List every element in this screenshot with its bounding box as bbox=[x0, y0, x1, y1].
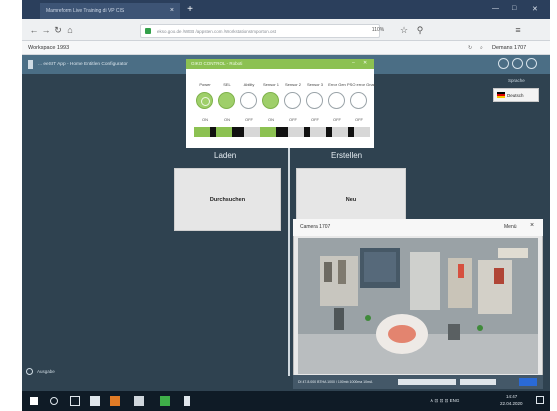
bookmarks-bar: Workspace 1993 ↻ ⌕ Demans 1707 bbox=[22, 41, 550, 55]
clock-time: 14:47 bbox=[506, 394, 518, 399]
channel-toggle[interactable] bbox=[348, 127, 370, 137]
help-icon[interactable] bbox=[512, 58, 523, 69]
reload-icon[interactable]: ↻ bbox=[52, 23, 64, 37]
status-led-icon bbox=[218, 92, 235, 109]
channel-state: ON bbox=[268, 117, 274, 122]
channel-toggle[interactable] bbox=[282, 127, 304, 137]
camera-feed bbox=[298, 238, 538, 374]
system-tray[interactable]: ∧ ⊡ ⊡ ⊡ ENG bbox=[430, 398, 459, 404]
status-led-icon bbox=[240, 92, 257, 109]
windows-start-icon[interactable] bbox=[30, 397, 38, 405]
channel-toggle[interactable] bbox=[260, 127, 282, 137]
channel-label: SEL bbox=[223, 82, 231, 87]
status-led-icon bbox=[350, 92, 367, 109]
minimize-icon[interactable]: — bbox=[492, 5, 499, 12]
toggle-knob[interactable] bbox=[326, 127, 332, 137]
channel-toggle[interactable] bbox=[304, 127, 326, 137]
output-icon[interactable] bbox=[26, 368, 33, 375]
camera-field[interactable] bbox=[460, 379, 496, 385]
section-divider bbox=[288, 148, 290, 376]
create-section-label: Erstellen bbox=[331, 151, 363, 160]
channel-label: Ability bbox=[243, 82, 255, 87]
toggle-knob[interactable] bbox=[348, 127, 354, 137]
channel-state: OFF bbox=[245, 117, 253, 122]
settings-icon[interactable] bbox=[498, 58, 509, 69]
channel-state: OFF bbox=[333, 117, 341, 122]
output-label: Ausgabe bbox=[37, 369, 55, 374]
camera-scene-image bbox=[298, 238, 538, 374]
panel-close-icon[interactable]: ✕ bbox=[363, 60, 367, 66]
new-tab-button[interactable]: + bbox=[184, 3, 196, 17]
browse-button[interactable]: Durchsuchen bbox=[174, 168, 281, 231]
app-logo-icon bbox=[28, 60, 33, 69]
back-icon[interactable]: ← bbox=[28, 23, 40, 37]
io-panel-header: GIKO CONTROL - Roboti bbox=[186, 59, 374, 69]
search-icon: ⌕ bbox=[480, 45, 483, 51]
explorer-icon[interactable] bbox=[90, 396, 100, 406]
shield-icon: ⚲ bbox=[416, 25, 424, 35]
toggle-knob[interactable] bbox=[238, 127, 244, 137]
task-view-icon[interactable] bbox=[70, 396, 80, 406]
browser-tab[interactable]: Mamreform Live Training di VP CIS × bbox=[40, 3, 180, 19]
channel-toggle[interactable] bbox=[194, 127, 216, 137]
bookmark-demans[interactable]: Demans 1707 bbox=[492, 41, 526, 55]
search-taskbar-icon[interactable] bbox=[50, 397, 58, 405]
refresh-icon[interactable]: ↻ bbox=[468, 41, 472, 55]
channel-label: Error Gen bbox=[328, 82, 346, 87]
status-led-icon bbox=[306, 92, 323, 109]
app-title: ... eeSIT App - Home Entitlen Configurat… bbox=[38, 62, 128, 67]
channel-toggle[interactable] bbox=[216, 127, 238, 137]
clock-date: 22.04.2020 bbox=[500, 401, 523, 406]
status-led-icon bbox=[328, 92, 345, 109]
spreadsheet-icon[interactable] bbox=[160, 396, 170, 406]
panel-minimize-icon[interactable]: – bbox=[352, 60, 355, 66]
camera-menu-button[interactable]: Menü bbox=[504, 224, 517, 230]
channel-state: OFF bbox=[289, 117, 297, 122]
lock-icon bbox=[145, 28, 151, 34]
channel-label: Power bbox=[199, 82, 211, 87]
german-flag-icon bbox=[497, 92, 505, 98]
zoom-level[interactable]: 110% bbox=[368, 23, 388, 37]
load-section-label: Laden bbox=[214, 151, 237, 160]
channel-state: ON bbox=[202, 117, 208, 122]
home-icon[interactable]: ⌂ bbox=[64, 23, 76, 37]
address-bar[interactable]: ekso.goo.de /WEB /appsten.com /Workstati… bbox=[140, 24, 380, 38]
toggle-knob[interactable] bbox=[282, 127, 288, 137]
browser-taskbar-icon[interactable] bbox=[110, 396, 120, 406]
status-led-icon bbox=[284, 92, 301, 109]
status-led-icon bbox=[196, 92, 213, 109]
status-led-icon bbox=[262, 92, 279, 109]
power-ring-icon bbox=[201, 97, 210, 106]
camera-record-indicator bbox=[519, 378, 537, 386]
close-window-icon[interactable]: ✕ bbox=[532, 5, 538, 13]
language-label: Sprache bbox=[508, 78, 525, 83]
tab-title: Mamreform Live Training di VP CIS bbox=[46, 8, 125, 14]
channel-state: ON bbox=[224, 117, 230, 122]
bookmark-workspace[interactable]: Workspace 1993 bbox=[28, 41, 69, 55]
bookmark-star-icon[interactable]: ☆ bbox=[398, 23, 410, 37]
forward-icon[interactable]: → bbox=[40, 23, 52, 37]
channel-toggle[interactable] bbox=[326, 127, 348, 137]
channel-label: Sensor 2 bbox=[284, 82, 301, 87]
app-taskbar-icon[interactable] bbox=[134, 396, 144, 406]
channel-state: OFF bbox=[311, 117, 319, 122]
taskbar bbox=[22, 391, 550, 411]
channel-label: Sensor 3 bbox=[306, 82, 323, 87]
tab-close-icon[interactable]: × bbox=[170, 3, 174, 19]
power-icon[interactable] bbox=[526, 58, 537, 69]
browser-window: Mamreform Live Training di VP CIS × + — … bbox=[22, 0, 550, 411]
camera-progress-bar bbox=[398, 379, 456, 385]
channel-toggle[interactable] bbox=[238, 127, 260, 137]
maximize-icon[interactable]: □ bbox=[512, 5, 516, 12]
camera-close-icon[interactable]: × bbox=[530, 222, 534, 229]
channel-state: OFF bbox=[355, 117, 363, 122]
channel-label: Sensor 1 bbox=[262, 82, 279, 87]
channel-label: PSO error Gnau bbox=[347, 82, 376, 87]
notification-icon[interactable] bbox=[536, 396, 544, 404]
menu-icon[interactable]: ≡ bbox=[512, 23, 524, 37]
toggle-knob[interactable] bbox=[304, 127, 310, 137]
pin-icon[interactable] bbox=[184, 396, 190, 406]
